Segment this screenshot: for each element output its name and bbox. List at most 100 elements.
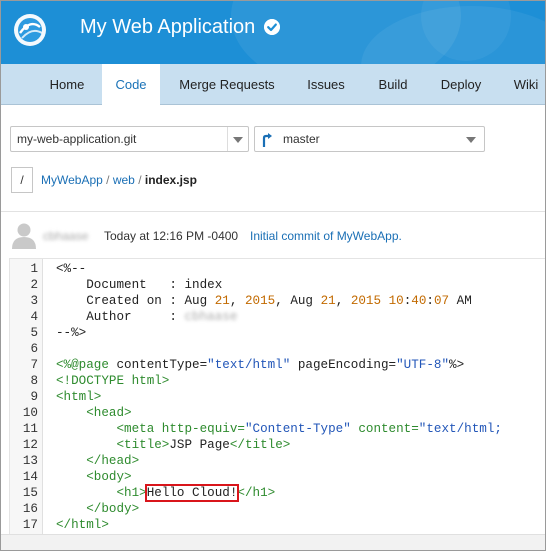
code-line: --%>	[56, 325, 86, 341]
branch-icon	[262, 133, 272, 147]
code-text: %>	[449, 358, 465, 372]
tab-code[interactable]: Code	[102, 64, 160, 105]
line-number: 11	[22, 422, 38, 436]
line-number: 13	[22, 454, 38, 468]
code-line: </body>	[56, 501, 139, 517]
chevron-down-icon[interactable]	[466, 137, 476, 143]
code-text: ,	[335, 294, 351, 308]
code-tag: <title>	[56, 438, 170, 452]
commit-author: cbhaase	[43, 229, 89, 243]
section-divider	[1, 211, 545, 212]
code-attr: contentType=	[108, 358, 208, 372]
breadcrumb-root-button[interactable]: /	[11, 167, 33, 193]
app-header: My Web Application	[1, 1, 545, 64]
repository-select-value: my-web-application.git	[17, 132, 137, 146]
line-number: 9	[30, 390, 38, 404]
line-number: 6	[30, 342, 38, 356]
code-number: 2015	[350, 294, 382, 308]
code-attr: pageEncoding=	[290, 358, 397, 372]
chevron-down-icon[interactable]	[233, 137, 243, 143]
code-tag: </html>	[56, 518, 109, 532]
code-attr: http-equiv=	[154, 422, 245, 436]
check-circle-icon[interactable]	[264, 19, 280, 35]
tab-issues[interactable]: Issues	[295, 64, 357, 104]
code-number: 21	[320, 294, 336, 308]
tab-home[interactable]: Home	[33, 64, 101, 104]
commit-message-link[interactable]: Initial commit of MyWebApp.	[250, 229, 402, 243]
line-number: 3	[30, 294, 38, 308]
code-line: Document : index	[56, 277, 222, 293]
code-text: Document : index	[56, 278, 223, 292]
commit-time: Today at 12:16 PM -0400	[104, 229, 239, 243]
code-number: 07	[433, 294, 450, 308]
tab-deploy[interactable]: Deploy	[429, 64, 493, 104]
repository-select[interactable]: my-web-application.git	[10, 126, 249, 152]
code-tag: <head>	[56, 406, 132, 420]
breadcrumb: MyWebApp / web / index.jsp	[41, 173, 197, 187]
code-string: "text/html"	[207, 358, 291, 372]
line-number: 12	[22, 438, 38, 452]
code-text: --%>	[56, 326, 87, 340]
code-line: Author : cbhaase	[56, 309, 237, 325]
code-line: <meta http-equiv="Content-Type" content=…	[56, 421, 502, 437]
line-number-gutter: 1 2 3 4 5 6 7 8 9 10 11 12 13 14 15 16 1…	[10, 259, 43, 534]
branch-select-value: master	[283, 132, 320, 146]
breadcrumb-separator: /	[106, 173, 110, 187]
line-number: 17	[22, 518, 38, 532]
code-text: , Aug	[275, 294, 321, 308]
code-tag: </body>	[56, 502, 140, 516]
line-number: 14	[22, 470, 38, 484]
code-number: 40	[411, 294, 427, 308]
highlighted-hello-cloud: Hello Cloud!	[144, 484, 240, 502]
line-number: 4	[30, 310, 38, 324]
line-number: 15	[22, 486, 38, 500]
code-line: <h1>Hello Cloud!</h1>	[56, 484, 276, 502]
tab-wiki[interactable]: Wiki	[503, 64, 545, 104]
user-avatar-icon	[12, 223, 36, 249]
code-text: Created on : Aug	[56, 294, 215, 308]
code-tag: <meta	[56, 422, 155, 436]
breadcrumb-separator: /	[138, 173, 142, 187]
code-text: AM	[449, 294, 472, 308]
tab-build[interactable]: Build	[365, 64, 421, 104]
line-number: 16	[22, 502, 38, 516]
cloud-logo-icon[interactable]	[13, 13, 47, 47]
line-number: 1	[30, 262, 38, 276]
line-number: 7	[30, 358, 38, 372]
code-directive: <%@page	[56, 358, 109, 372]
code-tag: </head>	[56, 454, 140, 468]
code-string: "UTF-8"	[396, 358, 450, 372]
code-tag: <html>	[56, 390, 102, 404]
code-string: "text/html;	[418, 422, 502, 436]
line-number: 5	[30, 326, 38, 340]
code-viewer[interactable]: 1 2 3 4 5 6 7 8 9 10 11 12 13 14 15 16 1…	[9, 258, 545, 534]
code-line: <!DOCTYPE html>	[56, 373, 169, 389]
code-line: </html>	[56, 517, 109, 533]
code-line: <body>	[56, 469, 131, 485]
code-number: 2015	[244, 294, 276, 308]
code-tag: <!DOCTYPE html>	[56, 374, 170, 388]
breadcrumb-link-mywebapp[interactable]: MyWebApp	[41, 173, 103, 187]
branch-select[interactable]: master	[254, 126, 485, 152]
horizontal-scrollbar[interactable]	[1, 534, 545, 550]
main-tabs: Home Code Merge Requests Issues Build De…	[1, 64, 545, 105]
breadcrumb-current-file: index.jsp	[144, 173, 197, 187]
code-tag: </title>	[229, 438, 291, 452]
code-text: :	[426, 294, 434, 308]
code-line: <title>JSP Page</title>	[56, 437, 290, 453]
code-line: <head>	[56, 405, 132, 421]
author-name-blurred: cbhaase	[184, 310, 238, 324]
code-tag: <h1>	[56, 486, 147, 500]
line-number: 8	[30, 374, 38, 388]
code-tag: </h1>	[237, 486, 276, 500]
code-text: Author :	[56, 310, 185, 324]
code-line: <%@page contentType="text/html" pageEnco…	[56, 357, 464, 373]
code-line: <%--	[56, 261, 86, 277]
code-number: 10	[388, 294, 404, 308]
breadcrumb-link-web[interactable]: web	[113, 173, 135, 187]
line-number: 10	[22, 406, 38, 420]
tab-merge-requests[interactable]: Merge Requests	[167, 64, 287, 104]
code-text: JSP Page	[169, 438, 230, 452]
code-attr: content=	[350, 422, 419, 436]
